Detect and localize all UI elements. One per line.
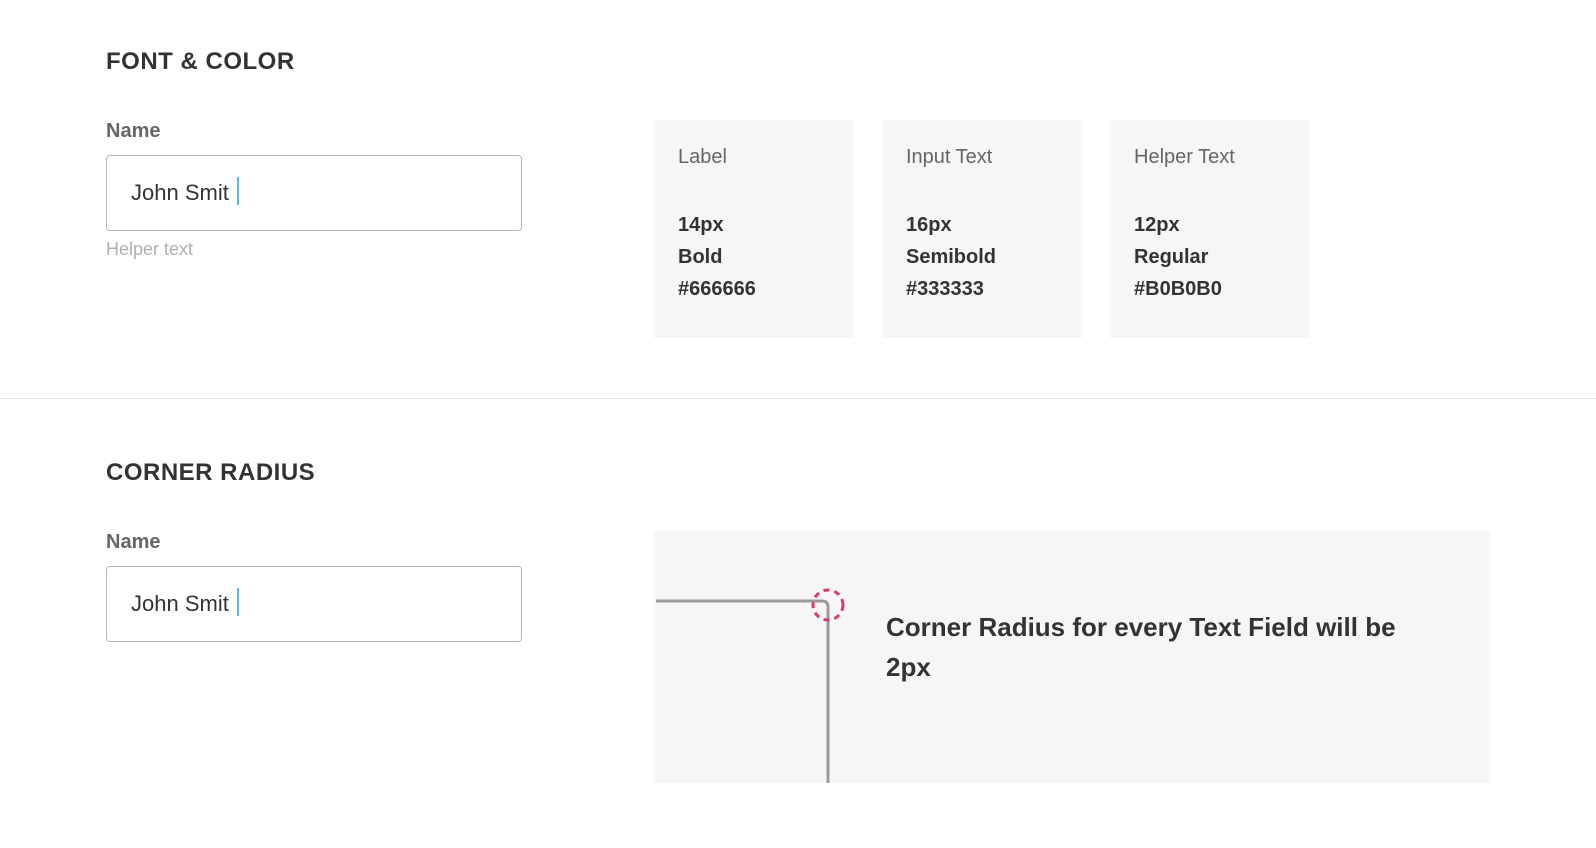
spec-size: 14px [678,209,830,241]
spec-card-title: Label [678,146,830,169]
name-input-value-2: John Smit [131,591,235,617]
spec-values: 16px Semibold #333333 [906,209,1058,305]
spec-card-input-text: Input Text 16px Semibold #333333 [882,120,1082,338]
section-font-color: FONT & COLOR Name John Smit Helper text … [0,48,1596,398]
spec-weight: Regular [1134,241,1286,273]
spec-color: #B0B0B0 [1134,273,1286,305]
spec-color: #333333 [906,273,1058,305]
corner-frame-icon [656,599,840,783]
page: FONT & COLOR Name John Smit Helper text … [0,0,1596,843]
divider [0,398,1596,399]
field-label-2: Name [106,531,654,554]
text-cursor-icon [237,177,239,205]
spec-cards: Label 14px Bold #666666 Input Text 16px … [654,120,1310,338]
spec-card-label: Label 14px Bold #666666 [654,120,854,338]
example-field-column-2: Name John Smit [106,531,654,642]
corner-radius-panel: Corner Radius for every Text Field will … [654,531,1490,783]
spec-values: 14px Bold #666666 [678,209,830,305]
spec-weight: Semibold [906,241,1058,273]
name-input-value: John Smit [131,180,235,206]
spec-color: #666666 [678,273,830,305]
spec-values: 12px Regular #B0B0B0 [1134,209,1286,305]
spec-card-title: Helper Text [1134,146,1286,169]
section-title-corner-radius: CORNER RADIUS [106,459,1490,487]
spec-size: 16px [906,209,1058,241]
spec-size: 12px [1134,209,1286,241]
spec-card-helper-text: Helper Text 12px Regular #B0B0B0 [1110,120,1310,338]
example-field-column: Name John Smit Helper text [106,120,654,260]
spec-weight: Bold [678,241,830,273]
corner-radius-note: Corner Radius for every Text Field will … [886,607,1446,688]
corner-highlight-icon [810,587,846,623]
field-label: Name [106,120,654,143]
section-title-font-color: FONT & COLOR [106,48,1490,76]
row-corner-radius: Name John Smit Corner Radius for every T… [106,531,1490,783]
text-cursor-icon [237,588,239,616]
section-corner-radius: CORNER RADIUS Name John Smit Corner Radi… [0,459,1596,843]
spec-card-title: Input Text [906,146,1058,169]
name-input-2[interactable]: John Smit [106,566,522,642]
helper-text: Helper text [106,239,654,260]
name-input[interactable]: John Smit [106,155,522,231]
row-font-color: Name John Smit Helper text Label 14px Bo… [106,120,1490,338]
